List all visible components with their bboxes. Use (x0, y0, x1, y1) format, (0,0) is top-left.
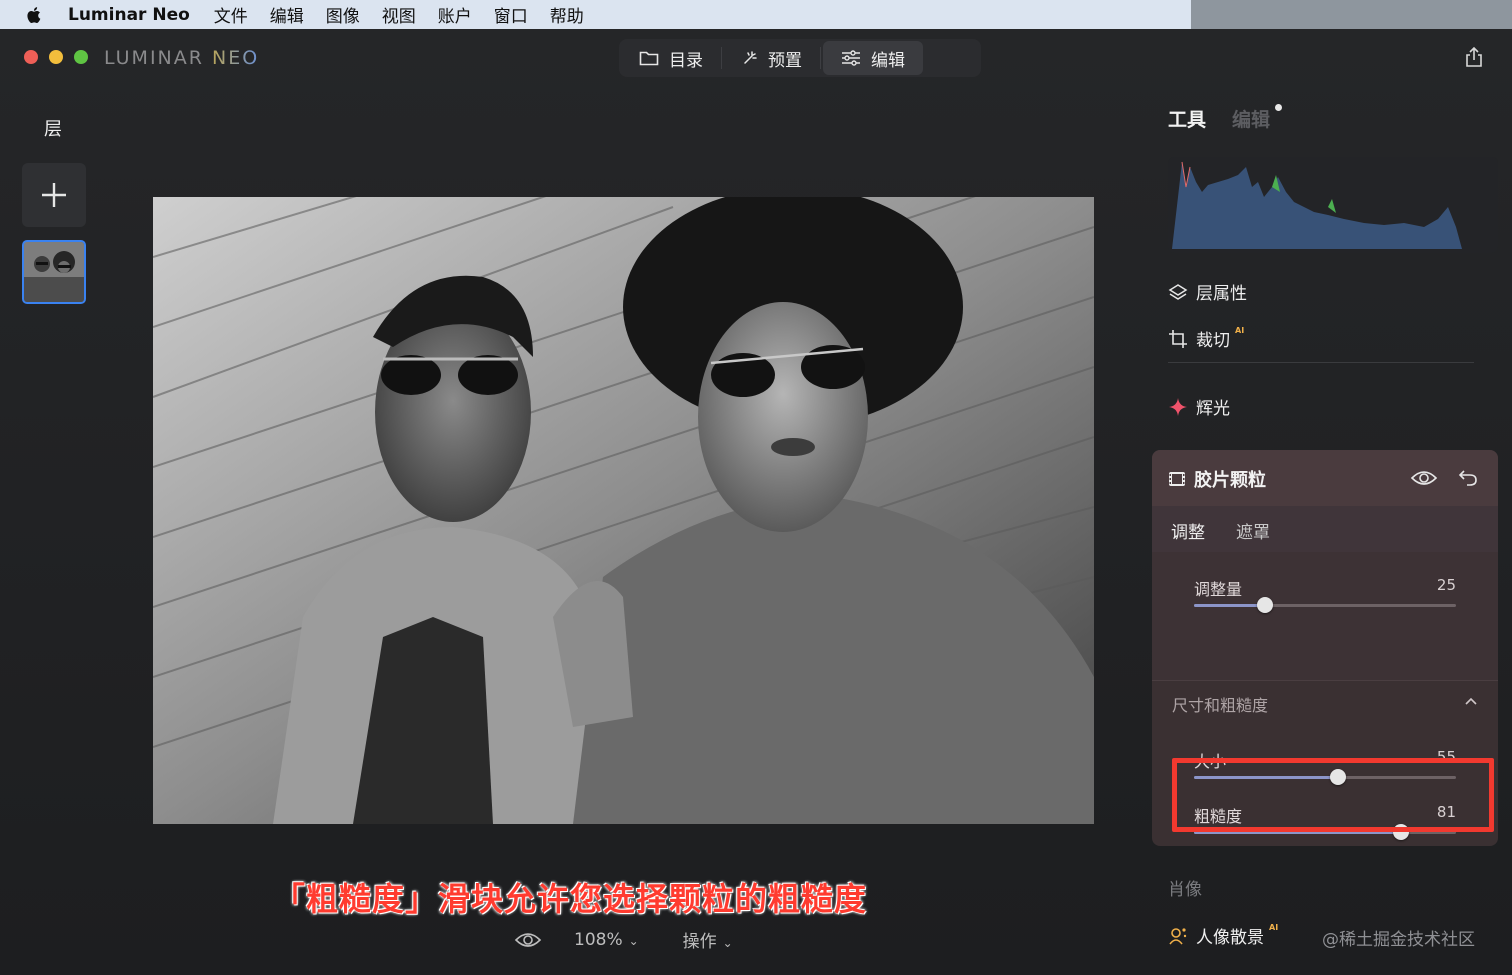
ai-badge: AI (1235, 326, 1245, 335)
actions-dropdown[interactable]: 操作 ⌄ (683, 927, 733, 952)
apple-icon[interactable] (24, 5, 44, 25)
crop-icon (1169, 329, 1187, 348)
share-icon[interactable] (1464, 46, 1484, 68)
mode-divider (820, 47, 821, 69)
tool-portrait-bokeh-label: 人像散景 (1196, 928, 1264, 948)
folder-icon (639, 51, 659, 66)
eye-icon[interactable] (1410, 469, 1438, 487)
film-grain-title-text: 胶片颗粒 (1194, 470, 1266, 491)
amount-track[interactable] (1194, 597, 1456, 613)
chevron-down-icon: ⌄ (722, 936, 733, 950)
mode-catalog-label: 目录 (669, 50, 703, 71)
logo-neo: NEO (212, 47, 260, 69)
mode-edit-label: 编辑 (871, 50, 905, 71)
roughness-highlight-annotation (1172, 758, 1494, 832)
tool-crop-label: 裁切 (1196, 331, 1230, 351)
menu-file[interactable]: 文件 (214, 2, 248, 27)
menu-window[interactable]: 窗口 (494, 2, 528, 27)
photo-canvas[interactable] (153, 197, 1094, 824)
layer-thumbnail-image (24, 242, 84, 302)
app-window: LUMINAR NEO 目录 预置 编辑 层 「粗糙度」滑块允许您选择颗粒的粗糙… (0, 29, 1512, 975)
mode-presets-button[interactable]: 预置 (724, 41, 820, 75)
amount-value: 25 (1436, 576, 1456, 594)
zoom-value: 108% (574, 929, 623, 950)
add-layer-button[interactable] (22, 163, 86, 227)
watermark-text: @稀土掘金技术社区 (1322, 930, 1475, 950)
sparkle-icon (744, 51, 757, 64)
system-menubar: Luminar Neo 文件 编辑 图像 视图 账户 窗口 帮助 (0, 0, 1191, 29)
chevron-up-icon[interactable] (1464, 696, 1478, 706)
film-grain-title: 胶片颗粒 (1168, 466, 1266, 492)
tool-portrait-bokeh[interactable]: 人像散景 AI (1168, 923, 1278, 948)
histogram-graph (1172, 161, 1462, 249)
canvas-bottom-toolbar: 108% ⌄ 操作 ⌄ (514, 927, 733, 952)
chevron-down-icon: ⌄ (628, 933, 639, 948)
menu-account[interactable]: 账户 (438, 2, 472, 27)
amount-label: 调整量 (1194, 580, 1243, 599)
window-close-button[interactable] (24, 50, 38, 64)
panel-divider (1168, 362, 1474, 363)
tool-glow[interactable]: 辉光 (1168, 394, 1230, 419)
menu-edit[interactable]: 编辑 (270, 2, 304, 27)
subtab-adjust[interactable]: 调整 (1171, 518, 1205, 543)
tab-tools[interactable]: 工具 (1168, 105, 1206, 132)
tool-crop[interactable]: 裁切 AI (1168, 326, 1244, 351)
menu-view[interactable]: 视图 (382, 2, 416, 27)
actions-label: 操作 (682, 932, 717, 952)
edits-indicator-dot (1275, 104, 1282, 111)
plus-icon (42, 183, 66, 207)
amount-knob[interactable] (1256, 597, 1273, 613)
portrait-section-title: 肖像 (1168, 880, 1202, 900)
menu-help[interactable]: 帮助 (550, 2, 584, 27)
mode-switcher: 目录 预置 编辑 (619, 39, 981, 77)
glow-sparkle-icon (1169, 397, 1187, 416)
mode-presets-label: 预置 (768, 50, 802, 71)
tutorial-caption: 「粗糙度」滑块允许您选择颗粒的粗糙度 (272, 880, 867, 918)
menu-app-name[interactable]: Luminar Neo (68, 5, 190, 25)
tool-layer-properties-label: 层属性 (1196, 284, 1247, 304)
menu-image[interactable]: 图像 (326, 2, 360, 27)
subtab-mask[interactable]: 遮罩 (1236, 518, 1270, 543)
mode-edit-button[interactable]: 编辑 (823, 41, 923, 75)
portrait-bokeh-icon (1169, 927, 1187, 945)
window-minimize-button[interactable] (49, 50, 63, 64)
layers-icon (1168, 283, 1188, 300)
size-roughness-section-title[interactable]: 尺寸和粗糙度 (1172, 692, 1268, 716)
mode-catalog-button[interactable]: 目录 (621, 41, 721, 75)
eye-icon[interactable] (514, 931, 542, 949)
tab-edits[interactable]: 编辑 (1232, 105, 1270, 132)
ai-badge: AI (1269, 923, 1279, 932)
film-grain-subtabs: 调整 遮罩 (1152, 506, 1498, 552)
logo-luminar: LUMINAR (104, 47, 204, 69)
section-divider (1152, 680, 1498, 681)
sliders-icon (842, 50, 860, 66)
layers-title: 层 (44, 119, 62, 140)
menubar-status-area (1191, 0, 1512, 29)
tool-layer-properties[interactable]: 层属性 (1168, 279, 1247, 304)
amount-fill (1194, 604, 1265, 607)
photo-image (153, 197, 1094, 824)
window-zoom-button[interactable] (74, 50, 88, 64)
mode-divider (721, 47, 722, 69)
tool-glow-label: 辉光 (1196, 399, 1230, 419)
film-icon (1169, 472, 1185, 486)
histogram (1168, 157, 1498, 253)
zoom-dropdown[interactable]: 108% ⌄ (574, 930, 639, 950)
layer-thumbnail[interactable] (22, 240, 86, 304)
film-grain-header[interactable]: 胶片颗粒 (1152, 450, 1498, 506)
amount-section: 调整量 25 (1152, 552, 1498, 680)
app-logo: LUMINAR NEO (104, 47, 259, 69)
undo-icon[interactable] (1458, 467, 1478, 487)
